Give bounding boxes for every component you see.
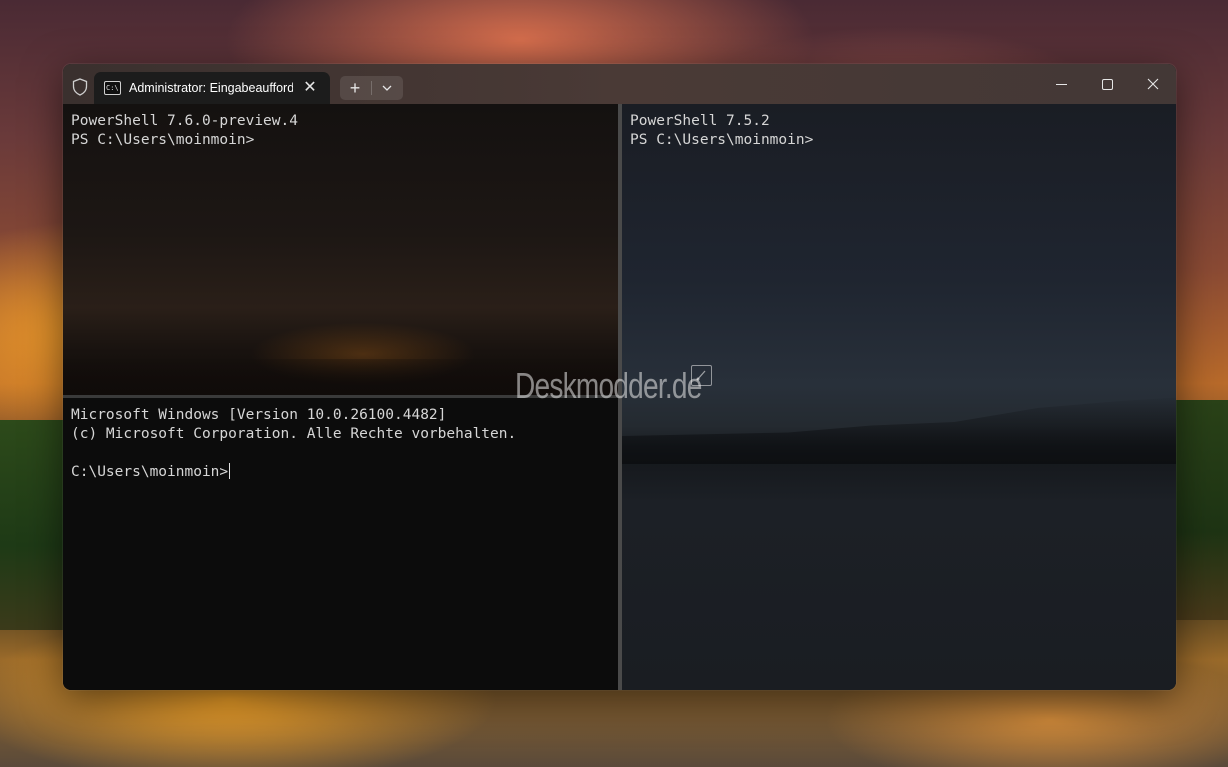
terminal-icon: C:\ [104,81,121,95]
terminal-line: PowerShell 7.5.2 [630,113,770,129]
title-bar[interactable]: C:\ Administrator: Eingabeaufforderung ✕… [63,64,1176,104]
wallpaper-trees-right [1176,400,1228,620]
maximize-button[interactable] [1084,64,1130,104]
watermark-text: Deskmodder.de [515,365,702,406]
wallpaper-trees-left [0,420,70,630]
terminal-prompt: PS C:\Users\moinmoin> [630,132,814,148]
new-tab-group: + [340,76,403,100]
minimize-icon [1055,83,1067,85]
terminal-line: PowerShell 7.6.0-preview.4 [71,113,298,129]
pane-powershell[interactable]: PowerShell 7.5.2 PS C:\Users\moinmoin> [622,104,1176,690]
close-button[interactable] [1130,64,1176,104]
close-icon [1147,78,1159,90]
terminal-line: Microsoft Windows [Version 10.0.26100.44… [71,407,447,423]
minimize-button[interactable] [1038,64,1084,104]
pane-powershell-preview[interactable]: PowerShell 7.6.0-preview.4 PS C:\Users\m… [63,104,618,395]
chevron-down-icon[interactable] [372,76,402,100]
pane-command-prompt[interactable]: Microsoft Windows [Version 10.0.26100.44… [63,398,618,690]
text-cursor [229,463,231,479]
new-tab-button[interactable]: + [340,76,370,100]
terminal-prompt-line: C:\Users\moinmoin> [71,463,231,482]
tab-title: Administrator: Eingabeaufforderung [129,81,293,95]
tab-close-button[interactable]: ✕ [299,78,321,100]
shield-icon[interactable] [69,76,91,98]
terminal-prompt: C:\Users\moinmoin> [71,464,229,480]
terminal-line: (c) Microsoft Corporation. Alle Rechte v… [71,426,517,442]
maximize-icon [1101,78,1113,90]
tab-admin-cmd[interactable]: C:\ Administrator: Eingabeaufforderung ✕ [94,72,330,104]
terminal-prompt: PS C:\Users\moinmoin> [71,132,255,148]
watermark-logo-icon [691,365,712,386]
pane-background-hills [622,397,1176,464]
